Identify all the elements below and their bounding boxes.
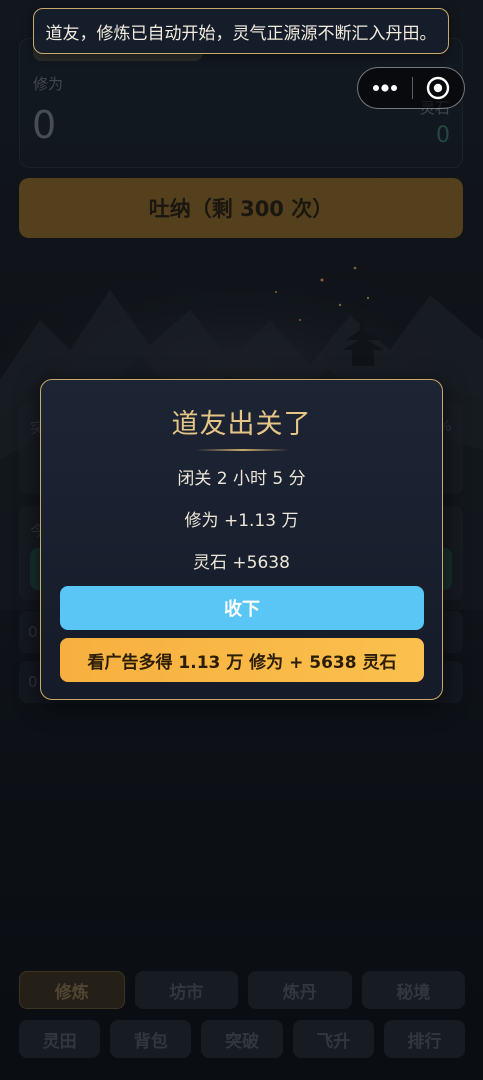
app-root: 修为 0 灵石 0 吐纳（剩 300 次） 突破进度 0% 今日机缘 0 0 修…: [0, 0, 483, 1080]
retreat-result-dialog: 道友出关了 闭关 2 小时 5 分 修为 +1.13 万 灵石 +5638 收下…: [40, 379, 443, 700]
collect-button[interactable]: 收下: [60, 586, 424, 630]
miniprogram-capsule: [357, 67, 465, 109]
toast-notification: 道友，修炼已自动开始，灵气正源源不断汇入丹田。: [33, 8, 449, 54]
cultivation-gain: 修为 +1.13 万: [184, 511, 299, 531]
watch-ad-bonus-button[interactable]: 看广告多得 1.13 万 修为 + 5638 灵石: [60, 638, 424, 682]
target-circle-icon[interactable]: [412, 67, 464, 109]
more-dots-icon[interactable]: [358, 67, 412, 109]
spirit-stone-gain: 灵石 +5638: [193, 553, 290, 573]
retreat-duration: 闭关 2 小时 5 分: [177, 469, 306, 489]
title-divider: [196, 449, 289, 451]
dialog-title: 道友出关了: [171, 409, 312, 440]
